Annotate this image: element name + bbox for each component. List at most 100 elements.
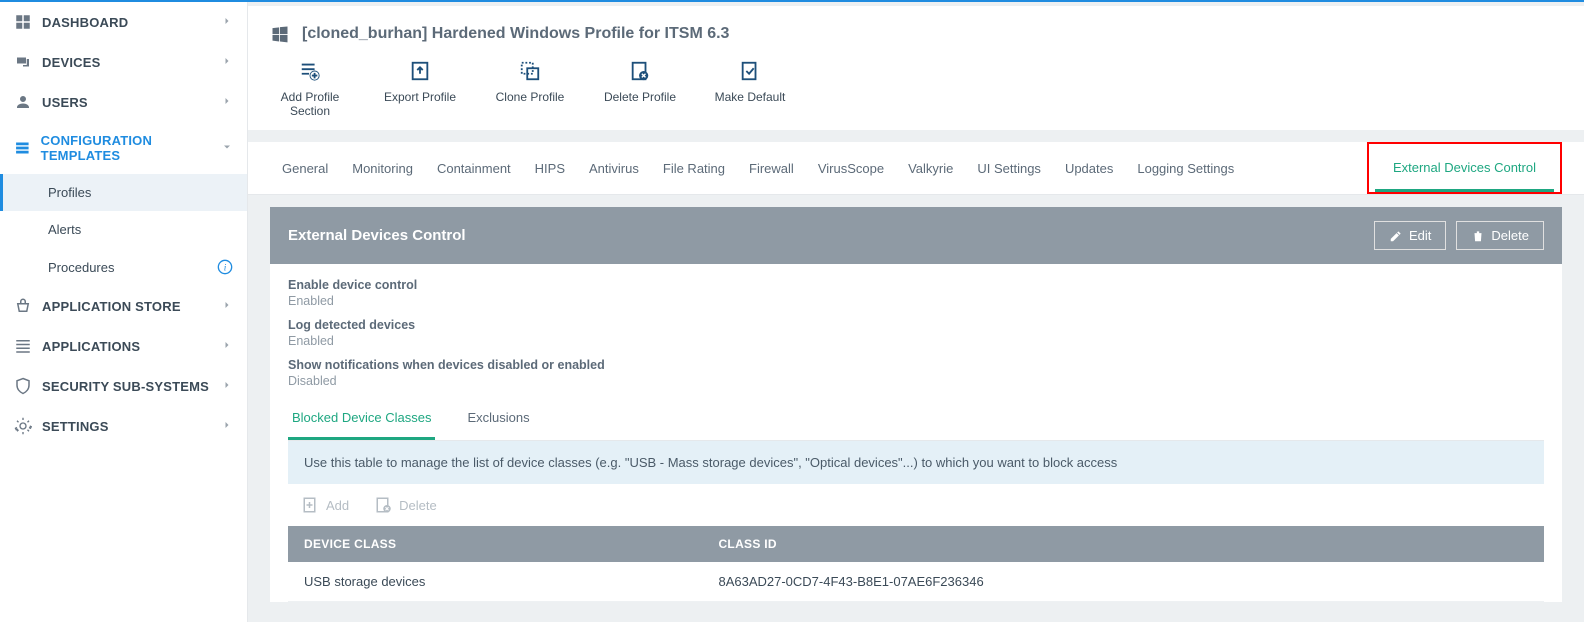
sidebar-sub-label: Procedures bbox=[48, 260, 114, 275]
tb-label: Make Default bbox=[715, 90, 786, 104]
setting-label: Show notifications when devices disabled… bbox=[288, 358, 1544, 372]
btn-label: Edit bbox=[1409, 228, 1431, 243]
devices-icon bbox=[14, 53, 32, 71]
clone-profile-button[interactable]: Clone Profile bbox=[490, 60, 570, 118]
sidebar-item-devices[interactable]: DEVICES bbox=[0, 42, 247, 82]
user-icon bbox=[14, 93, 32, 111]
sidebar-label: SETTINGS bbox=[42, 419, 109, 434]
sidebar-sub-label: Alerts bbox=[48, 222, 81, 237]
table-row[interactable]: USB storage devices 8A63AD27-0CD7-4F43-B… bbox=[288, 562, 1544, 602]
sidebar-label: USERS bbox=[42, 95, 88, 110]
th-class-id[interactable]: CLASS ID bbox=[702, 526, 1544, 562]
panel-title: External Devices Control bbox=[288, 227, 466, 244]
sidebar-label: APPLICATION STORE bbox=[42, 299, 181, 314]
add-icon bbox=[302, 496, 320, 514]
add-row-button[interactable]: Add bbox=[302, 496, 349, 514]
setting-show-notifications: Show notifications when devices disabled… bbox=[288, 358, 1544, 388]
sidebar-item-settings[interactable]: SETTINGS bbox=[0, 406, 247, 446]
tab-firewall[interactable]: Firewall bbox=[737, 145, 806, 192]
chevron-right-icon bbox=[221, 95, 233, 110]
info-icon: i bbox=[217, 259, 233, 275]
tab-containment[interactable]: Containment bbox=[425, 145, 523, 192]
panel-header: External Devices Control Edit Delete bbox=[270, 207, 1562, 264]
setting-value: Disabled bbox=[288, 374, 1544, 388]
tab-virusscope[interactable]: VirusScope bbox=[806, 145, 896, 192]
svg-text:i: i bbox=[224, 263, 227, 273]
basket-icon bbox=[14, 297, 32, 315]
sidebar-item-applications[interactable]: APPLICATIONS bbox=[0, 326, 247, 366]
tab-hips[interactable]: HIPS bbox=[523, 145, 577, 192]
profile-toolbar: Add Profile Section Export Profile Clone… bbox=[270, 44, 1562, 130]
btn-label: Add bbox=[326, 498, 349, 513]
tab-monitoring[interactable]: Monitoring bbox=[340, 145, 425, 192]
chevron-right-icon bbox=[221, 55, 233, 70]
delete-row-icon bbox=[375, 496, 393, 514]
delete-button[interactable]: Delete bbox=[1456, 221, 1544, 250]
subtab-blocked-device-classes[interactable]: Blocked Device Classes bbox=[288, 398, 435, 440]
setting-label: Log detected devices bbox=[288, 318, 1544, 332]
profile-header: [cloned_burhan] Hardened Windows Profile… bbox=[248, 6, 1584, 130]
tab-logging-settings[interactable]: Logging Settings bbox=[1125, 145, 1246, 192]
chevron-right-icon bbox=[221, 379, 233, 394]
sidebar-label: APPLICATIONS bbox=[42, 339, 140, 354]
apps-icon bbox=[14, 337, 32, 355]
tab-antivirus[interactable]: Antivirus bbox=[577, 145, 651, 192]
tb-label: Clone Profile bbox=[496, 90, 565, 104]
delete-row-button[interactable]: Delete bbox=[375, 496, 437, 514]
default-icon bbox=[739, 60, 761, 82]
sidebar-sub-profiles[interactable]: Profiles bbox=[0, 174, 247, 211]
sidebar-item-dashboard[interactable]: DASHBOARD bbox=[0, 2, 247, 42]
sidebar-item-users[interactable]: USERS bbox=[0, 82, 247, 122]
chevron-right-icon bbox=[221, 299, 233, 314]
highlight-annotation: External Devices Control bbox=[1367, 142, 1562, 194]
th-device-class[interactable]: DEVICE CLASS bbox=[288, 526, 702, 562]
chevron-down-icon bbox=[221, 141, 233, 156]
sidebar-sub-label: Profiles bbox=[48, 185, 91, 200]
chevron-right-icon bbox=[221, 15, 233, 30]
make-default-button[interactable]: Make Default bbox=[710, 60, 790, 118]
setting-log-detected-devices: Log detected devices Enabled bbox=[288, 318, 1544, 348]
tab-ui-settings[interactable]: UI Settings bbox=[965, 145, 1053, 192]
info-bar: Use this table to manage the list of dev… bbox=[288, 441, 1544, 484]
delete-profile-button[interactable]: Delete Profile bbox=[600, 60, 680, 118]
tb-label: Export Profile bbox=[384, 90, 456, 104]
device-class-table: DEVICE CLASS CLASS ID USB storage device… bbox=[288, 526, 1544, 602]
tab-valkyrie[interactable]: Valkyrie bbox=[896, 145, 965, 192]
add-section-icon bbox=[299, 60, 321, 82]
tab-general[interactable]: General bbox=[270, 145, 340, 192]
sidebar: DASHBOARD DEVICES USERS CONFIGURATION TE… bbox=[0, 2, 248, 622]
edit-button[interactable]: Edit bbox=[1374, 221, 1446, 250]
sidebar-item-application-store[interactable]: APPLICATION STORE bbox=[0, 286, 247, 326]
clone-icon bbox=[519, 60, 541, 82]
sidebar-label: CONFIGURATION TEMPLATES bbox=[41, 133, 221, 163]
templates-icon bbox=[14, 139, 31, 157]
setting-value: Enabled bbox=[288, 294, 1544, 308]
setting-enable-device-control: Enable device control Enabled bbox=[288, 278, 1544, 308]
add-profile-section-button[interactable]: Add Profile Section bbox=[270, 60, 350, 118]
windows-icon bbox=[270, 24, 290, 44]
external-devices-panel: External Devices Control Edit Delete Ena… bbox=[270, 207, 1562, 602]
sidebar-sub-alerts[interactable]: Alerts bbox=[0, 211, 247, 248]
sidebar-item-config-templates[interactable]: CONFIGURATION TEMPLATES bbox=[0, 122, 247, 174]
gear-icon bbox=[14, 417, 32, 435]
cell-device-class: USB storage devices bbox=[288, 562, 702, 602]
sidebar-item-security-subsystems[interactable]: SECURITY SUB-SYSTEMS bbox=[0, 366, 247, 406]
sidebar-label: DEVICES bbox=[42, 55, 100, 70]
tab-file-rating[interactable]: File Rating bbox=[651, 145, 737, 192]
subtab-exclusions[interactable]: Exclusions bbox=[463, 398, 533, 440]
main-content: [cloned_burhan] Hardened Windows Profile… bbox=[248, 2, 1584, 622]
sidebar-sub-procedures[interactable]: Procedures i bbox=[0, 248, 247, 286]
setting-value: Enabled bbox=[288, 334, 1544, 348]
tab-external-devices-control[interactable]: External Devices Control bbox=[1375, 146, 1554, 192]
pencil-icon bbox=[1389, 229, 1403, 243]
cell-class-id: 8A63AD27-0CD7-4F43-B8E1-07AE6F236346 bbox=[702, 562, 1544, 602]
chevron-right-icon bbox=[221, 419, 233, 434]
trash-icon bbox=[1471, 229, 1485, 243]
chevron-right-icon bbox=[221, 339, 233, 354]
sidebar-label: DASHBOARD bbox=[42, 15, 128, 30]
tab-updates[interactable]: Updates bbox=[1053, 145, 1125, 192]
export-profile-button[interactable]: Export Profile bbox=[380, 60, 460, 118]
shield-icon bbox=[14, 377, 32, 395]
btn-label: Delete bbox=[1491, 228, 1529, 243]
tb-label: Delete Profile bbox=[604, 90, 676, 104]
